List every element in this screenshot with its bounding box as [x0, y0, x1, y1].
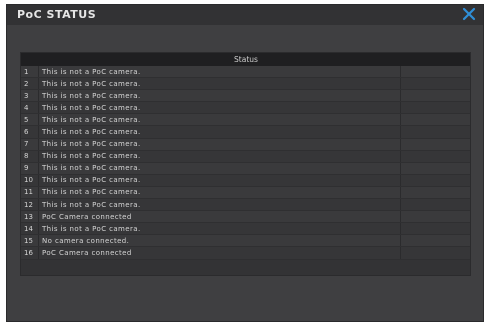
row-index: 3 — [24, 91, 29, 100]
row-extra-cell — [401, 102, 470, 113]
row-index: 13 — [24, 212, 33, 221]
table-body: 1 This is not a PoC camera. 2 This is not a… — [21, 66, 470, 260]
row-index: 10 — [24, 176, 33, 185]
table-row[interactable]: 16 PoC Camera connected — [21, 247, 470, 260]
table-row[interactable]: 11 This is not a PoC camera. — [21, 186, 470, 200]
row-status: This is not a PoC camera. — [38, 186, 401, 199]
row-status: This is not a PoC camera. — [38, 199, 401, 211]
row-extra-cell — [401, 90, 470, 101]
window-title: PoC STATUS — [17, 8, 97, 21]
table-row[interactable]: 1 This is not a PoC camera. — [21, 66, 470, 79]
row-status: This is not a PoC camera. — [38, 126, 401, 138]
title-bar: PoC STATUS — [7, 5, 483, 25]
table-row[interactable]: 3 This is not a PoC camera. — [21, 90, 470, 103]
poc-status-window: PoC STATUS Status 1 This is not a PoC cam… — [6, 4, 484, 322]
close-icon — [462, 7, 476, 21]
table-row[interactable]: 12 This is not a PoC camera. — [21, 199, 470, 212]
table-row[interactable]: 2 This is not a PoC camera. — [21, 78, 470, 91]
table-row[interactable]: 14 This is not a PoC camera. — [21, 223, 470, 236]
row-status: This is not a PoC camera. — [38, 174, 401, 186]
row-index: 15 — [24, 236, 33, 245]
row-extra-cell — [401, 151, 470, 162]
table-row[interactable]: 5 This is not a PoC camera. — [21, 114, 470, 127]
row-extra-cell — [401, 163, 470, 174]
row-status: This is not a PoC camera. — [38, 78, 401, 90]
status-table: Status 1 This is not a PoC camera. 2 This i… — [20, 52, 471, 276]
row-status: This is not a PoC camera. — [38, 102, 401, 114]
row-extra-cell — [401, 114, 470, 125]
row-extra-cell — [401, 235, 470, 246]
row-status: This is not a PoC camera. — [38, 150, 401, 162]
row-extra-cell — [401, 247, 470, 258]
table-row[interactable]: 9 This is not a PoC camera. — [21, 162, 470, 175]
row-extra-cell — [401, 199, 470, 210]
row-index: 4 — [24, 103, 29, 112]
row-index: 6 — [24, 128, 29, 137]
table-row[interactable]: 10 This is not a PoC camera. — [21, 174, 470, 187]
row-status: This is not a PoC camera. — [38, 162, 401, 174]
row-extra-cell — [401, 66, 470, 77]
table-row[interactable]: 7 This is not a PoC camera. — [21, 138, 470, 151]
status-column-header: Status — [234, 55, 258, 64]
row-extra-cell — [401, 211, 470, 222]
row-index: 11 — [24, 188, 33, 197]
row-index: 1 — [24, 67, 29, 76]
row-index: 7 — [24, 140, 29, 149]
row-status: This is not a PoC camera. — [38, 90, 401, 102]
row-index: 8 — [24, 152, 29, 161]
table-row[interactable]: 6 This is not a PoC camera. — [21, 126, 470, 139]
row-extra-cell — [401, 126, 470, 137]
row-extra-cell — [401, 139, 470, 150]
row-status: This is not a PoC camera. — [38, 138, 401, 150]
table-header: Status — [21, 53, 470, 66]
row-extra-cell — [401, 175, 470, 186]
row-status: This is not a PoC camera. — [38, 114, 401, 126]
row-status: PoC Camera connected — [38, 247, 401, 259]
row-status: This is not a PoC camera. — [38, 223, 401, 235]
row-index: 12 — [24, 200, 33, 209]
row-extra-cell — [401, 223, 470, 234]
row-index: 16 — [24, 248, 33, 257]
row-index: 2 — [24, 79, 29, 88]
row-status: PoC Camera connected — [38, 211, 401, 223]
row-status: No camera connected. — [38, 235, 401, 247]
table-row[interactable]: 4 This is not a PoC camera. — [21, 102, 470, 115]
table-row[interactable]: 13 PoC Camera connected — [21, 211, 470, 224]
table-row[interactable]: 15 No camera connected. — [21, 235, 470, 248]
row-index: 9 — [24, 164, 29, 173]
row-extra-cell — [401, 78, 470, 89]
close-button[interactable] — [461, 6, 477, 22]
table-row[interactable]: 8 This is not a PoC camera. — [21, 150, 470, 163]
row-status: This is not a PoC camera. — [38, 66, 401, 78]
row-extra-cell — [401, 187, 470, 198]
row-index: 14 — [24, 224, 33, 233]
row-index: 5 — [24, 115, 29, 124]
